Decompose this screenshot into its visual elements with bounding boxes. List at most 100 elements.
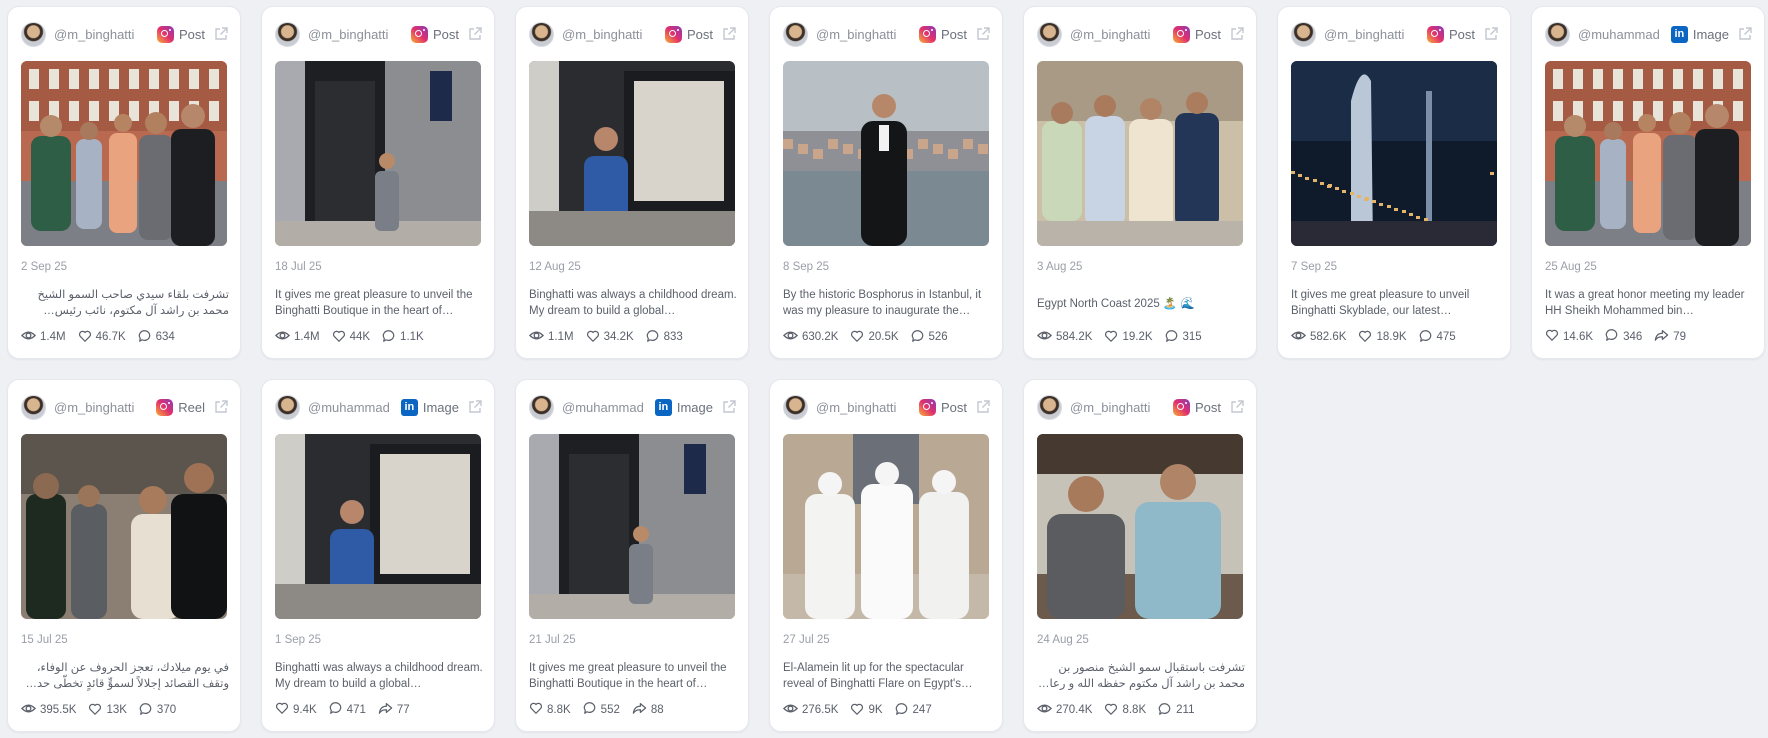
stat-likes: 9.4K [275, 701, 317, 718]
heart-icon [850, 702, 868, 719]
stat-comments: 471 [329, 701, 366, 718]
post-card[interactable]: @m_binghatti Post 24 Aug 25 تشرفت باستقب… [1023, 379, 1257, 732]
stat-comments-value: 634 [155, 331, 175, 343]
comment-icon [382, 329, 400, 346]
avatar[interactable] [21, 21, 46, 47]
account-handle[interactable]: @m_binghatti [1070, 400, 1160, 415]
post-card[interactable]: @m_binghatti Post 7 Sep 25 It gives me g… [1277, 6, 1511, 359]
avatar[interactable] [783, 21, 808, 47]
stat-comments: 247 [895, 702, 932, 719]
account-handle[interactable]: @muhammad [308, 400, 398, 415]
avatar[interactable] [21, 394, 46, 420]
external-link-icon[interactable] [467, 399, 483, 415]
heart-icon [529, 701, 547, 718]
post-thumbnail[interactable] [529, 61, 735, 246]
avatar[interactable] [529, 394, 554, 420]
stat-comments: 634 [138, 329, 175, 346]
avatar[interactable] [1037, 21, 1062, 47]
post-date: 24 Aug 25 [1037, 634, 1089, 646]
external-link-icon[interactable] [213, 26, 229, 42]
post-thumbnail[interactable] [1037, 61, 1243, 246]
account-handle[interactable]: @m_binghatti [816, 27, 906, 42]
platform-badge: in Image [1670, 25, 1729, 43]
post-card[interactable]: @m_binghatti Post 3 Aug 25 Egypt North C… [1023, 6, 1257, 359]
post-card[interactable]: @m_binghatti Post 8 Sep 25 By the histor… [769, 6, 1003, 359]
heart-icon [78, 329, 96, 346]
post-card[interactable]: @m_binghatti Post 12 Aug 25 Binghatti wa… [515, 6, 749, 359]
post-thumbnail[interactable] [1291, 61, 1497, 246]
posts-grid: @m_binghatti Post 2 Sep 25 تشرفت بلقاء س… [0, 0, 1768, 738]
account-handle[interactable]: @m_binghatti [54, 400, 144, 415]
external-link-icon[interactable] [721, 26, 737, 42]
post-thumbnail[interactable] [275, 61, 481, 246]
post-card[interactable]: @m_binghatti Post 18 Jul 25 It gives me … [261, 6, 495, 359]
eye-icon [1291, 328, 1310, 346]
heart-icon [586, 329, 604, 346]
external-link-icon[interactable] [213, 399, 229, 415]
external-link-icon[interactable] [1483, 26, 1499, 42]
avatar[interactable] [1545, 21, 1570, 47]
account-handle[interactable]: @muhammad [1578, 27, 1668, 42]
external-link-icon[interactable] [1737, 26, 1753, 42]
post-thumbnail[interactable] [275, 434, 481, 619]
stat-likes-value: 8.8K [547, 703, 571, 716]
heart-icon [275, 701, 293, 718]
external-link-icon[interactable] [1229, 26, 1245, 42]
post-thumbnail[interactable] [1545, 61, 1751, 246]
post-date: 25 Aug 25 [1545, 261, 1597, 273]
post-stats: 584.2K 19.2K 315 [1037, 328, 1214, 346]
post-card[interactable]: @m_binghatti Post 27 Jul 25 El-Alamein l… [769, 379, 1003, 732]
stat-views-value: 1.4M [40, 331, 66, 343]
post-thumbnail[interactable] [529, 434, 735, 619]
avatar[interactable] [529, 21, 554, 47]
account-handle[interactable]: @m_binghatti [816, 400, 906, 415]
heart-icon [1545, 328, 1563, 345]
external-link-icon[interactable] [975, 399, 991, 415]
post-card[interactable]: @muhammad in Image 1 Sep 25 Binghatti wa… [261, 379, 495, 732]
post-card[interactable]: @m_binghatti Post 2 Sep 25 تشرفت بلقاء س… [7, 6, 241, 359]
account-handle[interactable]: @m_binghatti [1070, 27, 1160, 42]
post-thumbnail[interactable] [783, 434, 989, 619]
platform-badge: Post [1172, 398, 1221, 416]
account-handle[interactable]: @m_binghatti [562, 27, 652, 42]
stat-comments: 833 [646, 329, 683, 346]
avatar[interactable] [1037, 394, 1062, 420]
avatar[interactable] [783, 394, 808, 420]
external-link-icon[interactable] [721, 399, 737, 415]
stat-likes-value: 46.7K [95, 331, 126, 343]
comment-icon [139, 702, 157, 719]
account-handle[interactable]: @muhammad [562, 400, 652, 415]
stat-comments: 526 [911, 329, 948, 346]
avatar[interactable] [275, 21, 300, 47]
stat-comments: 370 [139, 702, 176, 719]
eye-icon [529, 328, 548, 346]
external-link-icon[interactable] [1229, 399, 1245, 415]
stat-comments-value: 552 [600, 703, 620, 716]
post-card[interactable]: @muhammad in Image 21 Jul 25 It gives me… [515, 379, 749, 732]
stat-likes-value: 8.8K [1122, 704, 1147, 716]
stat-likes-value: 9K [868, 704, 883, 716]
account-handle[interactable]: @m_binghatti [54, 27, 144, 42]
external-link-icon[interactable] [975, 26, 991, 42]
avatar[interactable] [1291, 21, 1316, 47]
post-card[interactable]: @m_binghatti Reel 15 Jul 25 في يوم ميلاد… [7, 379, 241, 732]
avatar[interactable] [275, 394, 300, 420]
post-thumbnail[interactable] [21, 434, 227, 619]
stat-comments-value: 475 [1436, 331, 1456, 343]
account-handle[interactable]: @m_binghatti [308, 27, 398, 42]
platform-badge: Post [156, 25, 205, 43]
card-header: @m_binghatti Post [1291, 21, 1499, 47]
post-card[interactable]: @muhammad in Image 25 Aug 25 It was a gr… [1531, 6, 1765, 359]
post-date: 3 Aug 25 [1037, 261, 1083, 273]
post-thumbnail[interactable] [21, 61, 227, 246]
external-link-icon[interactable] [467, 26, 483, 42]
card-header: @m_binghatti Post [21, 21, 229, 47]
stat-shares-value: 88 [650, 703, 664, 716]
post-thumbnail[interactable] [783, 61, 989, 246]
eye-icon [1037, 328, 1056, 346]
account-handle[interactable]: @m_binghatti [1324, 27, 1414, 42]
post-date: 7 Sep 25 [1291, 261, 1338, 273]
stat-likes: 19.2K [1104, 329, 1153, 346]
post-thumbnail[interactable] [1037, 434, 1243, 619]
stat-likes-value: 19.2K [1122, 331, 1153, 343]
